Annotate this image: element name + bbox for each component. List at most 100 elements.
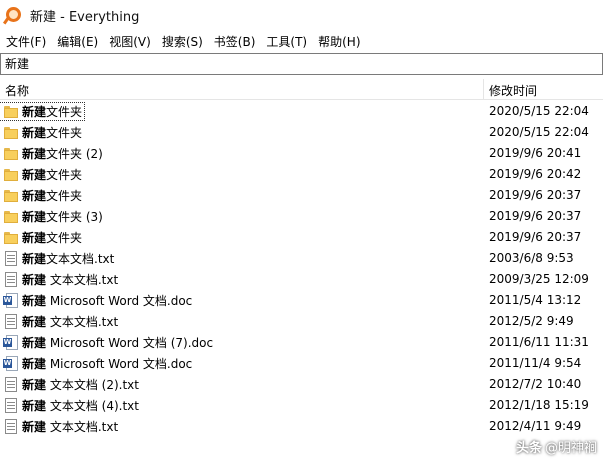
table-row[interactable]: 新建文件夹 2020/5/15 22:04 (0, 122, 603, 143)
table-row[interactable]: W 新建 Microsoft Word 文档.doc 2011/5/4 13:12 (0, 290, 603, 311)
modified-date-cell: 2019/9/6 20:41 (489, 146, 582, 160)
modified-date-cell: 2012/7/2 10:40 (489, 377, 582, 391)
table-row[interactable]: 新建文件夹 2019/9/6 20:37 (0, 227, 603, 248)
column-header-name[interactable]: 名称 (5, 82, 29, 99)
text-file-icon (3, 376, 19, 393)
file-name-text: 新建 Microsoft Word 文档 (7).doc (22, 334, 213, 351)
file-name-text: 新建文件夹 (2) (22, 145, 103, 162)
table-row[interactable]: 新建文件夹 (3) 2019/9/6 20:37 (0, 206, 603, 227)
modified-date-cell: 2003/6/8 9:53 (489, 251, 574, 265)
file-name: 新建文件夹 (0, 166, 84, 183)
file-name-cell[interactable]: W 新建 Microsoft Word 文档 (7).doc (0, 332, 215, 353)
match-highlight: 新建 (22, 168, 47, 182)
table-row[interactable]: 新建 文本文档 (2).txt 2012/7/2 10:40 (0, 374, 603, 395)
table-row[interactable]: 新建 文本文档 (4).txt 2012/1/18 15:19 (0, 395, 603, 416)
modified-date-cell: 2012/1/18 15:19 (489, 398, 589, 412)
search-input[interactable] (1, 54, 595, 72)
file-name-cell[interactable]: 新建文件夹 (0, 227, 84, 248)
table-row[interactable]: 新建文件夹 2019/9/6 20:42 (0, 164, 603, 185)
file-name: 新建 文本文档.txt (0, 271, 120, 288)
modified-date-cell: 2019/9/6 20:42 (489, 167, 582, 181)
file-name-cell[interactable]: 新建文件夹 (2) (0, 143, 105, 164)
table-row[interactable]: 新建 文本文档.txt 2012/4/11 9:49 (0, 416, 603, 437)
folder-icon (3, 125, 19, 141)
file-name-rest: 文本文档.txt (46, 420, 119, 434)
file-name-rest: 文本文档.txt (46, 252, 115, 266)
file-name-cell[interactable]: 新建 文本文档 (2).txt (0, 374, 141, 395)
modified-date-cell: 2011/6/11 11:31 (489, 335, 589, 349)
file-name-text: 新建 文本文档 (2).txt (22, 376, 139, 393)
file-name-cell[interactable]: 新建文本文档.txt (0, 248, 116, 269)
modified-date-cell: 2011/11/4 9:54 (489, 356, 582, 370)
file-name-text: 新建 文本文档.txt (22, 418, 118, 435)
file-name-text: 新建文件夹 (3) (22, 208, 103, 225)
file-name: 新建文件夹 (0, 229, 84, 246)
menu-bookmarks[interactable]: 书签(B) (209, 33, 261, 50)
file-name-cell[interactable]: 新建 文本文档.txt (0, 416, 120, 437)
table-row[interactable]: 新建文件夹 2020/5/15 22:04 (0, 101, 603, 122)
folder-icon (3, 104, 19, 120)
file-name: W 新建 Microsoft Word 文档 (7).doc (0, 334, 215, 351)
file-name-cell[interactable]: 新建 文本文档.txt (0, 311, 120, 332)
modified-date-cell: 2019/9/6 20:37 (489, 230, 582, 244)
word-doc-icon: W (3, 355, 19, 372)
match-highlight: 新建 (22, 315, 47, 329)
modified-date-cell: 2009/3/25 12:09 (489, 272, 589, 286)
file-name-rest: 文件夹 (46, 189, 83, 203)
menu-file[interactable]: 文件(F) (1, 33, 51, 50)
table-row[interactable]: W 新建 Microsoft Word 文档 (7).doc 2011/6/11 1… (0, 332, 603, 353)
menu-view[interactable]: 视图(V) (104, 33, 156, 50)
file-name: 新建 文本文档 (4).txt (0, 397, 141, 414)
menu-help[interactable]: 帮助(H) (313, 33, 365, 50)
match-highlight: 新建 (22, 231, 47, 245)
table-row[interactable]: 新建 文本文档.txt 2009/3/25 12:09 (0, 269, 603, 290)
modified-date-cell: 2012/4/11 9:49 (489, 419, 582, 433)
file-name: 新建文件夹 (0, 124, 84, 141)
folder-icon (3, 146, 19, 162)
file-name-rest: 文件夹 (46, 168, 83, 182)
menu-edit[interactable]: 编辑(E) (52, 33, 103, 50)
watermark-logo: 头条 (515, 441, 542, 456)
table-row[interactable]: 新建文件夹 2019/9/6 20:37 (0, 185, 603, 206)
modified-date-cell: 2019/9/6 20:37 (489, 188, 582, 202)
column-resize-handle[interactable] (483, 79, 484, 99)
match-highlight: 新建 (22, 294, 47, 308)
file-name: 新建文本文档.txt (0, 250, 116, 267)
file-name-text: 新建文件夹 (22, 166, 82, 183)
menu-tools[interactable]: 工具(T) (261, 33, 312, 50)
window-title: 新建 - Everything (30, 9, 140, 25)
file-name-cell[interactable]: 新建文件夹 (3) (0, 206, 105, 227)
table-row[interactable]: 新建 文本文档.txt 2012/5/2 9:49 (0, 311, 603, 332)
file-name-cell[interactable]: 新建 文本文档 (4).txt (0, 395, 141, 416)
modified-date-cell: 2011/5/4 13:12 (489, 293, 582, 307)
folder-icon (3, 188, 19, 204)
word-doc-icon: W (3, 292, 19, 309)
column-header: 名称 修改时间 (0, 79, 603, 100)
file-name: 新建文件夹 (0, 102, 86, 121)
file-name-cell[interactable]: 新建文件夹 (0, 164, 84, 185)
file-name-cell[interactable]: W 新建 Microsoft Word 文档.doc (0, 290, 194, 311)
results-list: 新建文件夹 2020/5/15 22:04 新建文件夹 2020/5/15 22:04… (0, 101, 603, 437)
file-name-text: 新建 文本文档.txt (22, 313, 118, 330)
search-box (0, 53, 603, 75)
table-row[interactable]: 新建文本文档.txt 2003/6/8 9:53 (0, 248, 603, 269)
column-header-modified[interactable]: 修改时间 (489, 82, 537, 99)
table-row[interactable]: W 新建 Microsoft Word 文档.doc 2011/11/4 9:54 (0, 353, 603, 374)
file-name-rest: 文件夹 (46, 231, 83, 245)
text-file-icon (3, 313, 19, 330)
title-bar: 新建 - Everything (0, 0, 603, 30)
file-name-cell[interactable]: W 新建 Microsoft Word 文档.doc (0, 353, 194, 374)
file-name-cell[interactable]: 新建文件夹 (0, 122, 84, 143)
file-name-cell[interactable]: 新建文件夹 (0, 101, 86, 122)
file-name: 新建文件夹 (3) (0, 208, 105, 225)
file-name-rest: 文件夹 (46, 126, 83, 140)
file-name-text: 新建文件夹 (22, 187, 82, 204)
file-name-rest: 文本文档.txt (46, 315, 119, 329)
file-name-cell[interactable]: 新建 文本文档.txt (0, 269, 120, 290)
file-name-rest: Microsoft Word 文档 (7).doc (46, 336, 214, 350)
match-highlight: 新建 (22, 357, 47, 371)
modified-date-cell: 2020/5/15 22:04 (489, 104, 589, 118)
table-row[interactable]: 新建文件夹 (2) 2019/9/6 20:41 (0, 143, 603, 164)
file-name-cell[interactable]: 新建文件夹 (0, 185, 84, 206)
menu-search[interactable]: 搜索(S) (157, 33, 208, 50)
